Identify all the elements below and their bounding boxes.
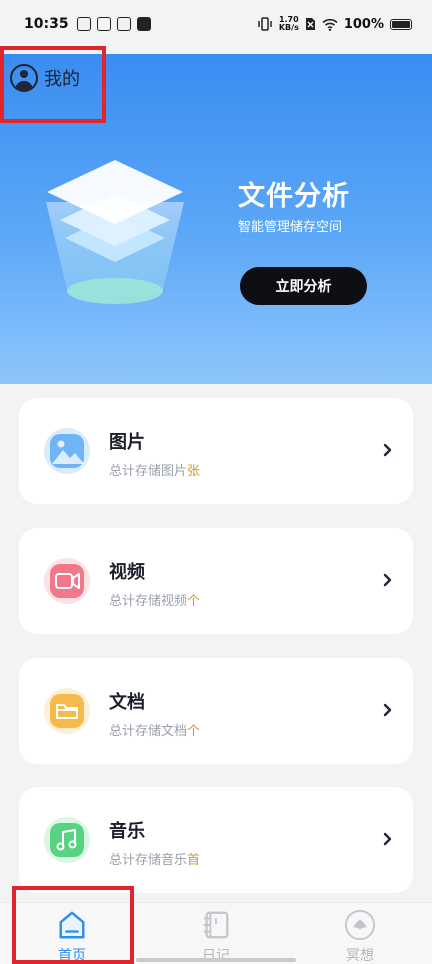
chevron-right-icon [383,443,392,457]
card-subtitle: 总计存储文档个 [109,724,201,739]
card-unit: 张 [187,464,201,479]
category-card-music[interactable]: 音乐 总计存储音乐首 [19,787,413,893]
card-title: 视频 [109,562,145,583]
folder-icon [44,688,90,734]
status-right: 1.70 KB/s 100% [257,16,412,32]
nav-home[interactable]: 首页 [0,903,144,964]
meditation-icon [344,909,376,941]
chevron-right-icon [383,573,392,587]
category-card-videos[interactable]: 视频 总计存储视频个 [19,528,413,634]
nav-label: 冥想 [346,948,374,964]
nav-meditation[interactable]: 冥想 [288,903,432,964]
status-time: 10:35 [24,16,69,32]
profile-button[interactable]: 我的 [10,64,80,92]
notification-icon [76,17,91,31]
hero-subtitle: 智能管理储存空间 [238,220,343,235]
net-speed-unit: KB/s [278,23,299,32]
home-icon [59,911,85,939]
network-speed: 1.70 KB/s [279,16,299,32]
chevron-right-icon [383,703,392,717]
nav-label: 首页 [58,948,86,964]
notification-icon [96,17,111,31]
music-icon [44,817,90,863]
battery-percent: 100% [343,16,384,32]
card-subtitle: 总计存储视频个 [109,594,201,609]
analyze-now-button[interactable]: 立即分析 [240,267,367,305]
card-unit: 首 [187,853,201,868]
tiktok-icon [136,17,151,31]
category-card-documents[interactable]: 文档 总计存储文档个 [19,658,413,764]
card-title: 图片 [109,432,145,453]
wifi-icon [322,18,338,31]
card-subtitle: 总计存储图片张 [109,464,201,479]
hero-banner: 我的 文件分析 智能管理储存空间 立即分析 [0,54,432,384]
bottom-navigation: 首页 日记 冥想 [0,902,432,964]
card-unit: 个 [187,594,201,609]
notification-icon [116,17,131,31]
card-title: 文档 [109,692,145,713]
image-icon [44,428,90,474]
card-subtitle: 总计存储音乐首 [109,853,201,868]
file-stack-illustration [46,160,184,304]
vibrate-icon [258,17,272,31]
status-bar: 10:35 1.70 KB/s 100% [0,0,432,54]
card-title: 音乐 [109,821,145,842]
hero-title: 文件分析 [238,181,350,212]
home-indicator [136,958,296,962]
video-icon [44,558,90,604]
card-unit: 个 [187,724,201,739]
status-left: 10:35 [24,16,151,32]
battery-icon [390,18,412,30]
no-sim-icon [305,18,315,30]
diary-icon [203,911,229,939]
category-card-images[interactable]: 图片 总计存储图片张 [19,398,413,504]
profile-label: 我的 [44,69,80,90]
chevron-right-icon [383,832,392,846]
nav-diary[interactable]: 日记 [144,903,288,964]
user-icon [10,64,38,92]
